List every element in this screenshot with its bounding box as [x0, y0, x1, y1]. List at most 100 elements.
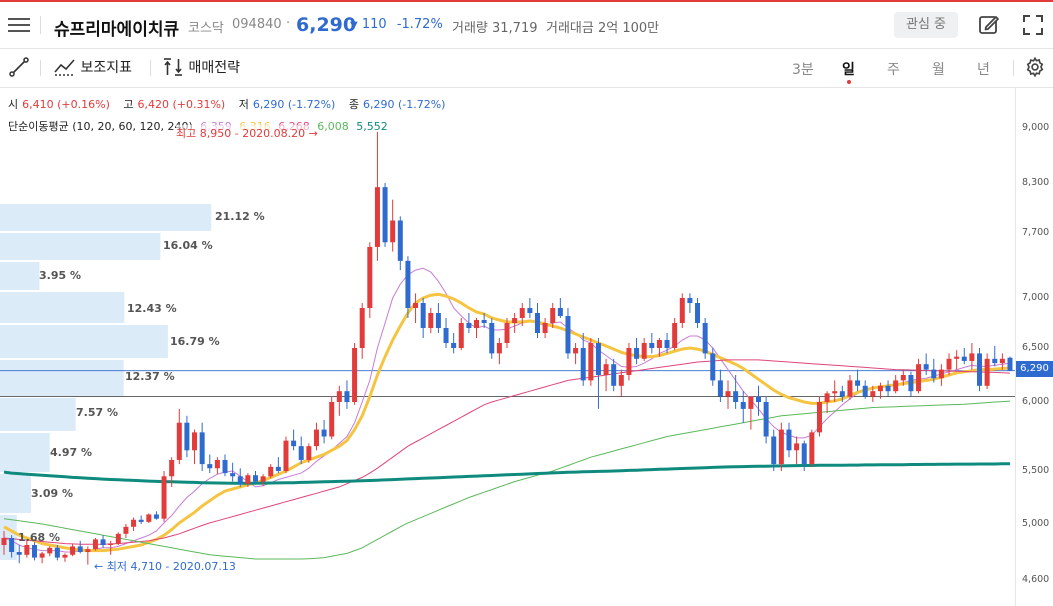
draw-line-icon[interactable]: [8, 56, 32, 80]
candle-body: [618, 375, 624, 386]
price-change: ▼ 110 -1.72%: [350, 17, 443, 32]
ma240-value: 5,552: [356, 120, 388, 133]
candle-body: [794, 443, 800, 451]
strategy-label: 매매전략: [188, 60, 240, 76]
candle-body: [283, 440, 289, 471]
active-period-dot: [847, 80, 851, 84]
candle-body: [237, 476, 243, 484]
candle-body: [672, 323, 678, 348]
volume-profile-bar: [0, 474, 31, 513]
candle-body: [184, 422, 190, 451]
y-tick: 8,300: [1022, 177, 1050, 188]
candle-body: [611, 364, 617, 386]
candle-body: [679, 298, 685, 323]
high-annotation: 최고 8,950 - 2020.08.20 →: [176, 125, 318, 141]
candle-body: [626, 348, 632, 375]
candle-body: [664, 340, 670, 348]
candle-body: [321, 429, 327, 437]
volume-profile-bar: [0, 360, 124, 396]
period-month[interactable]: 월: [932, 59, 945, 79]
current-price-tag: 6,290: [1016, 361, 1053, 377]
edit-icon[interactable]: [977, 13, 1001, 37]
candle-body: [862, 385, 868, 397]
candle-body: [496, 343, 502, 354]
y-tick: 7,700: [1022, 227, 1050, 238]
divider: [40, 60, 41, 76]
volume-profile-bar: [0, 398, 76, 431]
close-label: 종: [348, 98, 359, 111]
high-label: 고: [123, 98, 134, 111]
candle-body: [199, 432, 205, 465]
candle-body: [573, 348, 579, 354]
volume-profile-label: 16.79 %: [170, 335, 220, 348]
candle-body: [207, 464, 213, 469]
candle-body: [245, 475, 251, 484]
price-chart[interactable]: [0, 88, 1015, 606]
strategy-button[interactable]: 매매전략: [162, 57, 240, 77]
candle-body: [725, 391, 731, 397]
candle-body: [390, 220, 396, 243]
low-annotation: ← 최저 4,710 - 2020.07.13: [94, 560, 236, 573]
candle-body: [809, 432, 815, 465]
candle-body: [92, 539, 98, 550]
volume-profile-label: 21.12 %: [215, 210, 265, 223]
candle-body: [527, 308, 533, 313]
period-3min[interactable]: 3분: [792, 59, 814, 79]
volume-profile-label: 1.68 %: [18, 531, 60, 544]
candle-body: [634, 348, 640, 359]
candle-body: [329, 402, 335, 437]
candle-body: [512, 318, 518, 323]
candle-body: [801, 443, 807, 465]
candle-body: [382, 187, 388, 243]
separator-dot: ·: [286, 16, 291, 31]
settings-icon[interactable]: [1024, 56, 1048, 80]
candle-body: [9, 538, 15, 552]
period-week[interactable]: 주: [887, 59, 900, 79]
candle-body: [47, 547, 53, 554]
candle-body: [1, 538, 7, 545]
candle-body: [222, 459, 228, 474]
candle-body: [641, 343, 647, 359]
volume-profile-label: 4.97 %: [50, 446, 92, 459]
period-day[interactable]: 일: [842, 59, 855, 79]
indicator-button[interactable]: 보조지표: [54, 57, 132, 77]
stock-name[interactable]: 슈프리마에이치큐: [54, 15, 179, 40]
period-year[interactable]: 년: [977, 59, 990, 79]
y-tick: 4,600: [1022, 574, 1050, 585]
candle-body: [466, 323, 472, 328]
y-tick: 7,000: [1022, 292, 1050, 303]
candle-body: [717, 380, 723, 397]
candle-body: [977, 353, 983, 386]
candle-body: [870, 391, 876, 397]
candle-body: [115, 533, 121, 544]
candle-body: [108, 543, 114, 545]
volume-profile-label: 3.09 %: [31, 487, 73, 500]
candle-body: [786, 429, 792, 451]
candle-body: [961, 356, 967, 361]
candle-body: [428, 313, 434, 328]
volume-profile-label: 7.57 %: [76, 406, 118, 419]
stock-code: 094840: [232, 17, 282, 32]
candle-body: [435, 313, 441, 328]
menu-icon[interactable]: [8, 14, 30, 34]
candle-body: [504, 323, 510, 343]
y-tick: 6,500: [1022, 342, 1050, 353]
candle-body: [298, 446, 304, 460]
candle-body: [443, 328, 449, 343]
volume-label: 거래량 31,719: [452, 21, 538, 36]
candle-body: [534, 313, 540, 333]
low-label: 저: [238, 98, 249, 111]
volume-profile-bar: [0, 515, 17, 560]
candle-body: [336, 391, 342, 402]
candle-body: [161, 476, 167, 519]
watchlist-button[interactable]: 관심 중: [894, 12, 958, 38]
candle-body: [824, 393, 830, 402]
open-label: 시: [8, 98, 19, 111]
divider: [40, 16, 41, 34]
y-tick: 9,000: [1022, 122, 1050, 133]
candle-body: [138, 519, 144, 522]
candle-body: [359, 308, 365, 348]
candle-body: [839, 391, 845, 397]
down-arrow-icon: ▼: [350, 20, 358, 31]
fullscreen-icon[interactable]: [1021, 13, 1045, 37]
